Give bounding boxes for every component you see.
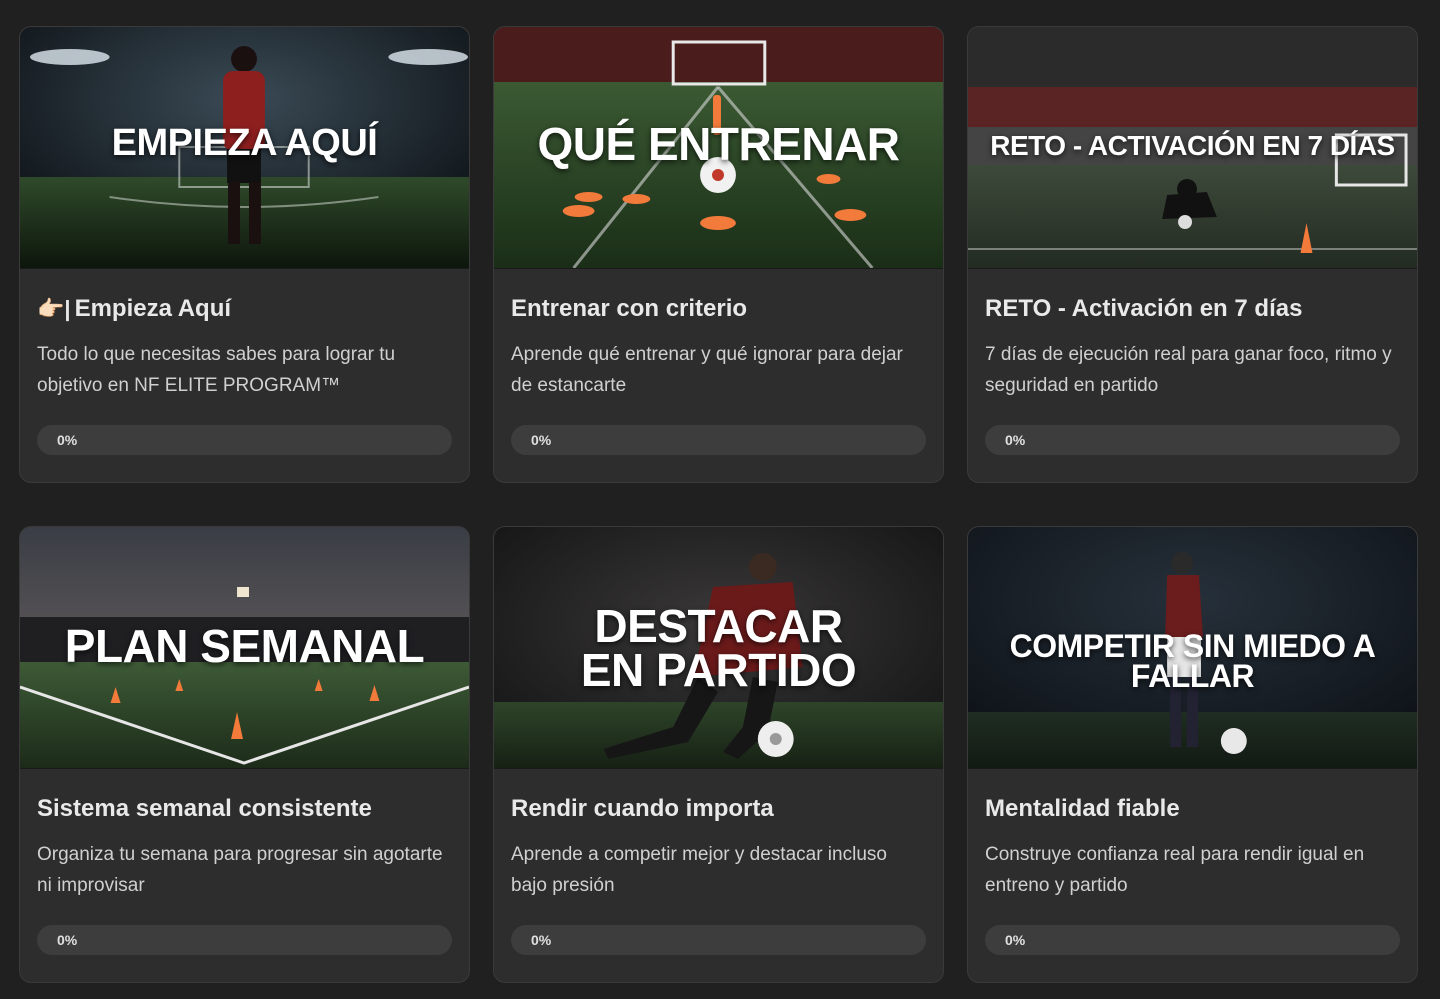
course-title-text: Empieza Aquí <box>74 295 232 322</box>
course-title: Entrenar con criterio <box>511 295 748 322</box>
thumbnail-title: QUÉ ENTRENAR <box>537 118 900 170</box>
progress-bar: 0% <box>37 925 452 955</box>
course-description: 7 días de ejecución real para ganar foco… <box>985 344 1392 396</box>
progress-label: 0% <box>531 932 552 948</box>
course-title: Rendir cuando importa <box>511 795 774 822</box>
course-title: RETO - Activación en 7 días <box>985 295 1303 322</box>
course-thumbnail: EMPIEZA AQUÍ <box>20 27 469 269</box>
progress-label: 0% <box>1005 432 1026 448</box>
progress-bar: 0% <box>985 925 1400 955</box>
progress-bar: 0% <box>37 425 452 455</box>
course-title: Sistema semanal consistente <box>37 795 372 822</box>
progress-label: 0% <box>57 432 78 448</box>
course-title: Mentalidad fiable <box>985 795 1180 822</box>
course-card-empieza-aqui[interactable]: EMPIEZA AQUÍ 👉🏻| Empieza Aquí Todo lo qu… <box>19 26 470 483</box>
thumbnail-title: DESTACAR EN PARTIDO <box>580 600 857 696</box>
progress-bar: 0% <box>985 425 1400 455</box>
course-card-destacar-en-partido[interactable]: DESTACAR EN PARTIDO Rendir cuando import… <box>493 526 944 983</box>
course-thumbnail: QUÉ ENTRENAR <box>494 27 943 269</box>
course-card-competir-sin-miedo[interactable]: COMPETIR SIN MIEDO A FALLAR Mentalidad f… <box>967 526 1418 983</box>
course-description: Construye confianza real para rendir igu… <box>985 844 1365 896</box>
course-card-reto-activacion[interactable]: RETO - ACTIVACIÓN EN 7 DÍAS RETO - Activ… <box>967 26 1418 483</box>
course-thumbnail: DESTACAR EN PARTIDO <box>494 527 943 769</box>
progress-bar: 0% <box>511 925 926 955</box>
course-title: 👉🏻| Empieza Aquí <box>37 295 452 323</box>
thumbnail-title: COMPETIR SIN MIEDO A FALLAR <box>1009 628 1376 695</box>
course-description: Todo lo que necesitas sabes para lograr … <box>37 344 396 396</box>
progress-bar: 0% <box>511 425 926 455</box>
course-thumbnail: RETO - ACTIVACIÓN EN 7 DÍAS <box>968 27 1417 269</box>
thumbnail-title: PLAN SEMANAL <box>64 620 425 672</box>
course-card-plan-semanal[interactable]: PLAN SEMANAL Sistema semanal consistente… <box>19 526 470 983</box>
thumbnail-title: RETO - ACTIVACIÓN EN 7 DÍAS <box>990 130 1395 161</box>
course-grid: EMPIEZA AQUÍ 👉🏻| Empieza Aquí Todo lo qu… <box>19 26 1418 983</box>
course-description: Organiza tu semana para progresar sin ag… <box>37 844 443 896</box>
progress-label: 0% <box>1005 932 1026 948</box>
course-card-que-entrenar[interactable]: QUÉ ENTRENAR Entrenar con criterio Apren… <box>493 26 944 483</box>
pointing-hand-icon: 👉🏻| <box>37 296 71 321</box>
thumbnail-title: EMPIEZA AQUÍ <box>111 122 378 164</box>
course-description: Aprende a competir mejor y destacar incl… <box>511 844 887 896</box>
progress-label: 0% <box>531 432 552 448</box>
course-thumbnail: COMPETIR SIN MIEDO A FALLAR <box>968 527 1417 769</box>
course-description: Aprende qué entrenar y qué ignorar para … <box>511 344 903 396</box>
progress-label: 0% <box>57 932 78 948</box>
course-thumbnail: PLAN SEMANAL <box>20 527 469 769</box>
